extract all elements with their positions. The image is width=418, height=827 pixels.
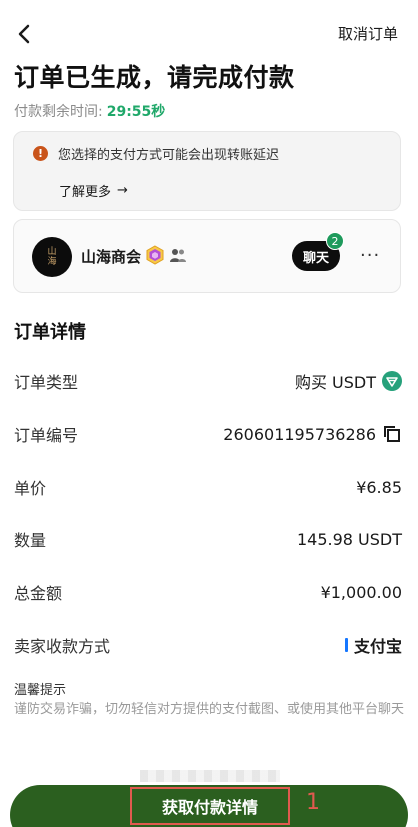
- payment-method-value: 支付宝: [344, 633, 402, 657]
- chat-unread-badge: 2: [326, 232, 344, 250]
- detail-label: 数量: [14, 531, 47, 550]
- detail-label: 订单类型: [14, 373, 79, 392]
- unit-price-row: 单价 ¥6.85: [14, 473, 402, 501]
- timer-value: 29:55秒: [106, 104, 166, 120]
- detail-value: 购买 USDT: [295, 369, 402, 393]
- copy-icon[interactable]: [382, 424, 402, 444]
- page-title: 订单已生成，请完成付款: [14, 63, 295, 92]
- usdt-icon: [382, 371, 402, 391]
- merchant-avatar[interactable]: 山 海: [32, 237, 72, 277]
- avatar-text: 山 海: [47, 247, 57, 267]
- verified-badge-icon: [146, 245, 164, 265]
- detail-label: 单价: [14, 479, 47, 498]
- timer-label: 付款剩余时间:: [14, 104, 103, 120]
- primary-button-label: 获取付款详情: [161, 798, 258, 817]
- tips-text: 谨防交易诈骗，切勿轻信对方提供的支付截图、或使用其他平台聊天: [14, 702, 405, 717]
- highlight-box: 获取付款详情: [130, 787, 290, 825]
- alipay-indicator-icon: [344, 638, 348, 652]
- warning-icon: !: [33, 146, 48, 161]
- order-number-value: 260601195736286: [223, 424, 376, 444]
- order-type-value: 购买 USDT: [294, 373, 376, 392]
- blurred-content: [140, 770, 280, 782]
- payment-method-row: 卖家收款方式 支付宝: [14, 631, 402, 659]
- payment-timer: 付款剩余时间: 29:55秒: [14, 101, 165, 121]
- detail-label: 订单编号: [14, 426, 79, 445]
- notice-text: 您选择的支付方式可能会出现转账延迟: [58, 148, 280, 163]
- notice-row: ! 您选择的支付方式可能会出现转账延迟: [33, 144, 279, 163]
- total-amount-row: 总金额 ¥1,000.00: [14, 578, 402, 606]
- quantity-row: 数量 145.98 USDT: [14, 525, 402, 553]
- step-annotation: 1: [306, 790, 320, 815]
- back-button[interactable]: [12, 20, 36, 48]
- learn-more-link[interactable]: 了解更多 →: [59, 181, 128, 200]
- detail-value: 260601195736286: [223, 424, 402, 444]
- detail-label: 卖家收款方式: [14, 637, 111, 656]
- top-bar: 取消订单: [0, 0, 418, 62]
- total-amount-value: ¥1,000.00: [320, 582, 402, 602]
- delay-notice-card: ! 您选择的支付方式可能会出现转账延迟 了解更多 →: [13, 131, 401, 211]
- order-details-title: 订单详情: [14, 322, 86, 343]
- more-options-icon[interactable]: ···: [360, 245, 380, 266]
- group-icon: [170, 249, 186, 262]
- order-number-row: 订单编号 260601195736286: [14, 420, 402, 448]
- tips-title: 温馨提示: [14, 683, 67, 698]
- merchant-card: 山 海 山海商会 聊天 2 ···: [13, 219, 401, 293]
- detail-label: 总金额: [14, 584, 63, 603]
- order-type-row: 订单类型 购买 USDT: [14, 367, 402, 395]
- learn-more-label: 了解更多: [59, 185, 112, 200]
- quantity-value: 145.98 USDT: [296, 529, 402, 549]
- cancel-order-button[interactable]: 取消订单: [338, 23, 398, 44]
- unit-price-value: ¥6.85: [356, 477, 402, 497]
- payment-method-text: 支付宝: [353, 637, 402, 656]
- arrow-right-icon: →: [117, 183, 128, 198]
- merchant-name[interactable]: 山海商会: [81, 246, 141, 267]
- chevron-left-icon: [18, 24, 30, 44]
